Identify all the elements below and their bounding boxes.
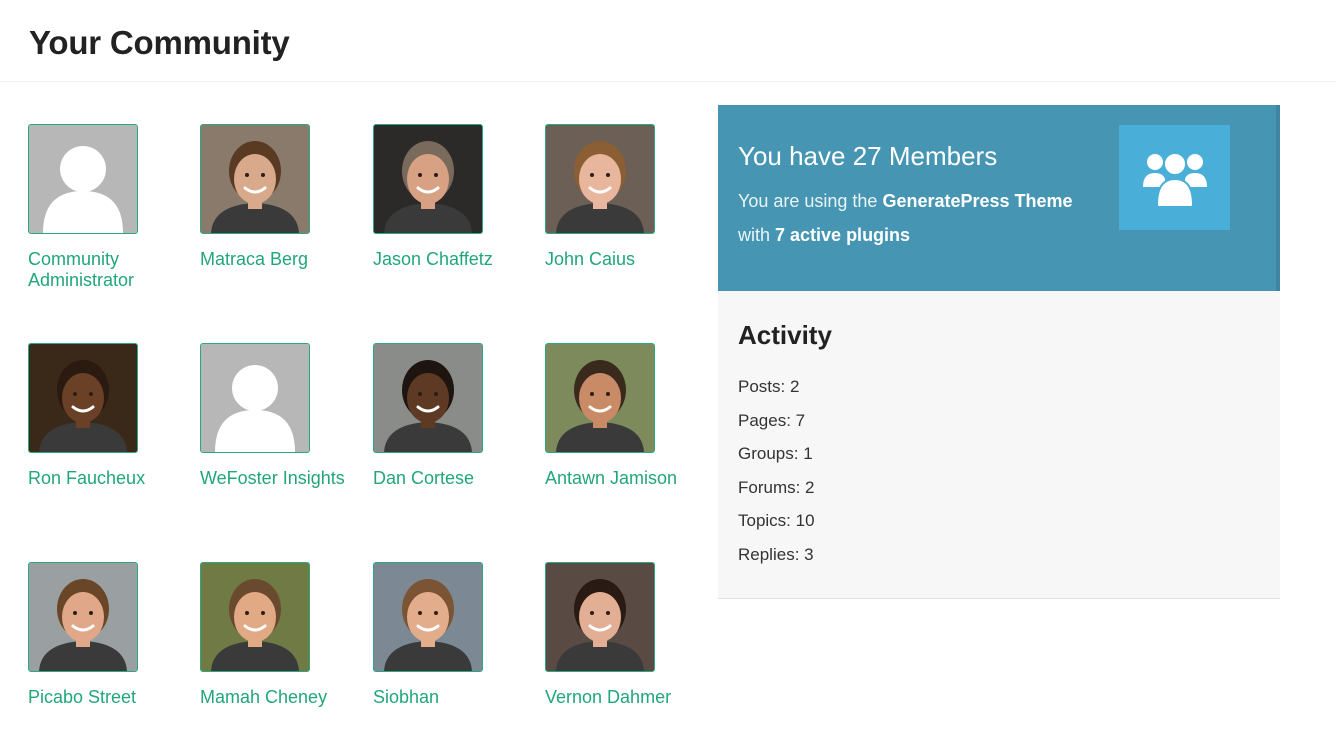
members-stats-panel: You have 27 Members You are using the Ge… [718, 105, 1280, 291]
member-avatar[interactable] [28, 562, 138, 672]
member-avatar[interactable] [373, 124, 483, 234]
member-card: Mamah Cheney [200, 562, 370, 708]
activity-item-groups: Groups: 1 [738, 444, 813, 464]
member-name-link[interactable]: Antawn Jamison [545, 468, 715, 489]
member-avatar[interactable] [545, 124, 655, 234]
member-card: Community Administrator [28, 124, 198, 291]
member-name-link[interactable]: Mamah Cheney [200, 687, 370, 708]
activity-item-replies: Replies: 3 [738, 544, 814, 564]
member-avatar[interactable] [545, 343, 655, 453]
member-card: Picabo Street [28, 562, 198, 708]
member-name-link[interactable]: Picabo Street [28, 687, 198, 708]
member-card: Dan Cortese [373, 343, 543, 489]
member-photo [201, 125, 309, 233]
member-name-link[interactable]: John Caius [545, 249, 715, 270]
member-name-link[interactable]: Vernon Dahmer [545, 687, 715, 708]
member-avatar[interactable] [200, 562, 310, 672]
member-name-link[interactable]: Jason Chaffetz [373, 249, 543, 270]
plugins-info-line: with 7 active plugins [738, 225, 910, 246]
theme-info-line: You are using the GeneratePress Theme [738, 191, 1073, 212]
member-photo [374, 344, 482, 452]
member-name-link[interactable]: Ron Faucheux [28, 468, 198, 489]
users-group-icon [1119, 125, 1230, 230]
member-card: Ron Faucheux [28, 343, 198, 489]
theme-name: GeneratePress Theme [882, 191, 1073, 211]
activity-item-topics: Topics: 10 [738, 511, 815, 531]
member-photo [546, 125, 654, 233]
member-card: Vernon Dahmer [545, 562, 715, 708]
member-photo [546, 344, 654, 452]
member-photo [201, 563, 309, 671]
member-card: Jason Chaffetz [373, 124, 543, 270]
users-group-icon-glyph [1143, 152, 1207, 208]
activity-title: Activity [738, 320, 832, 350]
member-name-link[interactable]: Community Administrator [28, 249, 198, 291]
active-plugins-count: 7 active plugins [775, 225, 911, 245]
member-name-link[interactable]: Siobhan [373, 687, 543, 708]
theme-info-prefix: You are using the [738, 191, 883, 211]
member-avatar[interactable] [373, 562, 483, 672]
member-photo [29, 344, 137, 452]
member-card: WeFoster Insights [200, 343, 370, 489]
activity-item-forums: Forums: 2 [738, 477, 815, 497]
member-photo [546, 563, 654, 671]
activity-panel: Activity Posts: 2 Pages: 7 Groups: 1 For… [718, 291, 1280, 599]
default-avatar-icon [201, 344, 309, 452]
member-card: Matraca Berg [200, 124, 370, 270]
member-avatar[interactable] [28, 124, 138, 234]
member-name-link[interactable]: WeFoster Insights [200, 468, 370, 489]
member-avatar[interactable] [28, 343, 138, 453]
members-count-title: You have 27 Members [738, 141, 998, 171]
member-name-link[interactable]: Matraca Berg [200, 249, 370, 270]
page-header: Your Community [0, 0, 1336, 82]
default-avatar-icon [29, 125, 137, 233]
member-avatar[interactable] [200, 124, 310, 234]
plugins-info-prefix: with [738, 225, 776, 245]
member-avatar[interactable] [545, 562, 655, 672]
activity-item-posts: Posts: 2 [738, 377, 800, 396]
member-card: Siobhan [373, 562, 543, 708]
member-avatar[interactable] [373, 343, 483, 453]
member-card: John Caius [545, 124, 715, 270]
activity-item-pages: Pages: 7 [738, 410, 806, 430]
page-title: Your Community [29, 24, 290, 61]
member-photo [374, 563, 482, 671]
member-name-link[interactable]: Dan Cortese [373, 468, 543, 489]
member-card: Antawn Jamison [545, 343, 715, 489]
member-photo [374, 125, 482, 233]
activity-list: Posts: 2 Pages: 7 Groups: 1 Forums: 2 To… [738, 370, 815, 572]
member-photo [29, 563, 137, 671]
member-avatar[interactable] [200, 343, 310, 453]
